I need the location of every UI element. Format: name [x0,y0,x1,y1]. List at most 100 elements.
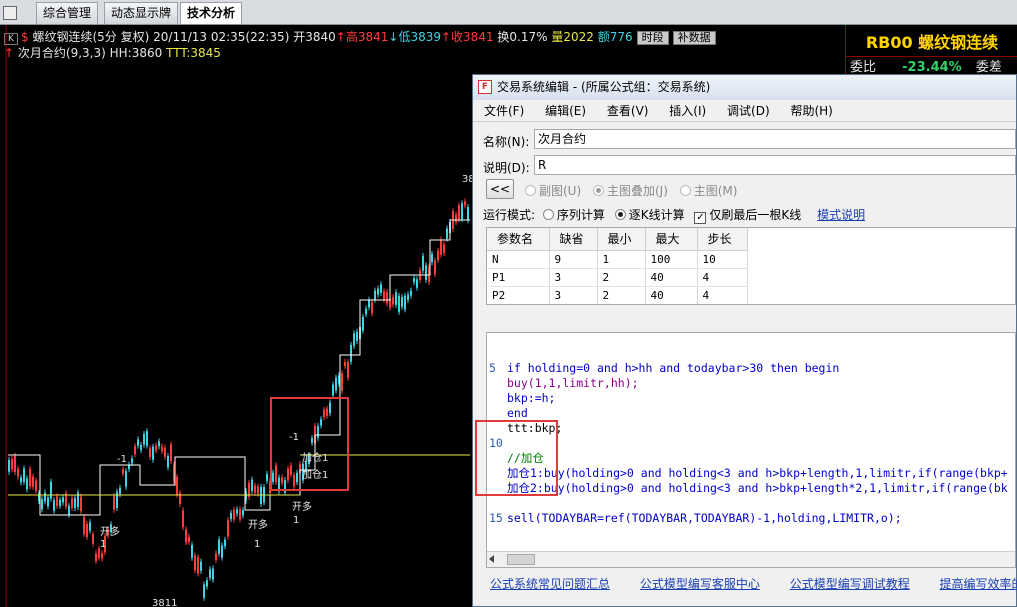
candle-body [350,344,352,362]
candle-body [434,260,436,275]
window-menu-icon[interactable] [3,6,17,20]
menu-edit[interactable]: 编辑(E) [545,104,586,118]
link-tutorial[interactable]: 公式模型编写调试教程 [790,577,910,591]
horizontal-scrollbar[interactable] [487,551,1015,567]
turnover-rate: 换0.17% [497,30,548,44]
param-min[interactable]: 1 [597,250,646,269]
code-text: end [507,406,528,420]
param-default[interactable]: 9 [549,250,598,269]
candle-body [407,294,409,300]
param-default[interactable]: 3 [549,268,598,287]
indicator-name: 次月合约(9,3,3) [17,46,106,60]
candle-body [377,288,379,295]
param-min[interactable]: 2 [597,286,646,304]
table-row[interactable]: P1 3 2 40 4 [487,268,748,287]
code-line: 15 sell(TODAYBAR=ref(TODAYBAR,TODAYBAR)-1… [487,511,1008,526]
amount-label: 额776 [597,30,633,44]
param-name[interactable]: N [487,250,550,269]
param-max[interactable]: 40 [645,268,698,287]
candle-body [50,481,52,499]
col-max: 最大 [645,228,698,251]
candle-body [221,545,223,558]
candle-body [197,557,199,574]
tab-dynamic-board[interactable]: 动态显示牌 [104,2,179,24]
menu-help[interactable]: 帮助(H) [790,104,832,118]
time-period-button[interactable]: 时段 [636,31,669,45]
param-step[interactable]: 4 [697,268,748,287]
mode-help-link[interactable]: 模式说明 [817,208,865,222]
candle-body [101,553,103,559]
k-button[interactable]: K [4,33,18,45]
option-series-calc: 序列计算 [556,208,605,222]
params-header-row: 参数名 缺省 最小 最大 步长 [487,228,748,251]
open-price: 开3840 [293,30,336,44]
candle-body [224,539,226,547]
param-name[interactable]: P1 [487,268,550,287]
collapse-button[interactable]: << [486,179,514,199]
code-editor[interactable]: 5 if holding=0 and h>hh and todaybar>30 t… [486,332,1016,568]
menu-insert[interactable]: 插入(I) [669,104,706,118]
param-min[interactable]: 2 [597,268,646,287]
radio-main[interactable] [679,185,691,196]
scroll-left-icon[interactable] [489,555,494,563]
quote-info-line: K $ 螺纹钢连续(5分 复权) 20/11/13 02:35(22:35) 开3… [4,29,716,45]
scroll-thumb[interactable] [507,554,535,565]
candle-body [416,279,418,288]
candle-body [212,568,214,580]
name-field[interactable]: 次月合约 [534,129,1016,149]
candle-body [26,478,28,490]
radio-per-bar-calc[interactable] [614,209,626,220]
candle-body [137,439,139,446]
only-last-bar-checkbox[interactable]: ✓ [694,212,707,224]
code-line: 加仓1:buy(holding>0 and holding<3 and h>bk… [487,466,1008,481]
candle-body [410,290,412,296]
indicator-line: ↑ 次月合约(9,3,3) HH:3860 TTT:3845 [4,45,221,61]
radio-main-overlay[interactable] [592,185,604,196]
param-name[interactable]: P2 [487,286,550,304]
symbol-name: 螺纹钢连续 [32,30,93,44]
fill-data-button[interactable]: 补数据 [672,31,716,45]
link-faq[interactable]: 公式系统常见问题汇总 [490,577,610,591]
signal-open-long: 开多 [248,518,268,531]
code-content[interactable]: 5 if holding=0 and h>hh and todaybar>30 t… [487,346,1008,556]
link-support[interactable]: 公式模型编写客服中心 [640,577,760,591]
param-step[interactable]: 4 [697,286,748,304]
signal-open-long: 开多 [292,500,312,513]
period-label: (5分 复权) [92,30,150,44]
param-default[interactable]: 3 [549,286,598,304]
candle-body [74,497,76,508]
candle-body [68,506,70,515]
candle-body [266,473,268,481]
code-text: 加仓2:buy(holding>0 and holding<3 and h>bk… [507,481,1008,495]
param-max[interactable]: 100 [645,250,698,269]
down-arrow-icon: ↓ [388,30,399,44]
dialog-titlebar[interactable]: F 交易系统编辑 - (所属公式组：交易系统) [473,75,1016,100]
radio-series-calc[interactable] [542,209,554,220]
menu-file[interactable]: 文件(F) [484,104,524,118]
candle-body [461,203,463,220]
candle-body [35,480,37,491]
link-efficiency[interactable]: 提高编写效率的 [940,577,1017,591]
params-table[interactable]: 参数名 缺省 最小 最大 步长 N 9 1 100 10 P1 3 2 40 4… [486,227,1016,305]
menu-view[interactable]: 查看(V) [607,104,649,118]
desc-field[interactable]: R [534,155,1016,175]
line-number: 5 [489,361,496,375]
param-step[interactable]: 10 [697,250,748,269]
candle-body [458,205,460,220]
table-row[interactable]: P2 3 2 40 4 [487,286,748,304]
hh-line [8,219,470,516]
tab-technical-analysis[interactable]: 技术分析 [180,2,243,24]
app-icon: F [478,80,492,94]
candle-body [446,228,448,239]
candle-body [53,500,55,511]
param-max[interactable]: 40 [645,286,698,304]
candle-body [83,516,85,534]
candle-body [467,207,469,221]
candle-body [401,296,403,307]
menu-debug[interactable]: 调试(D) [727,104,770,118]
radio-subchart[interactable] [525,185,536,196]
tab-comprehensive[interactable]: 综合管理 [36,2,99,24]
candle-body [437,250,439,261]
table-row[interactable]: N 9 1 100 10 [487,250,748,269]
col-min: 最小 [597,228,646,251]
